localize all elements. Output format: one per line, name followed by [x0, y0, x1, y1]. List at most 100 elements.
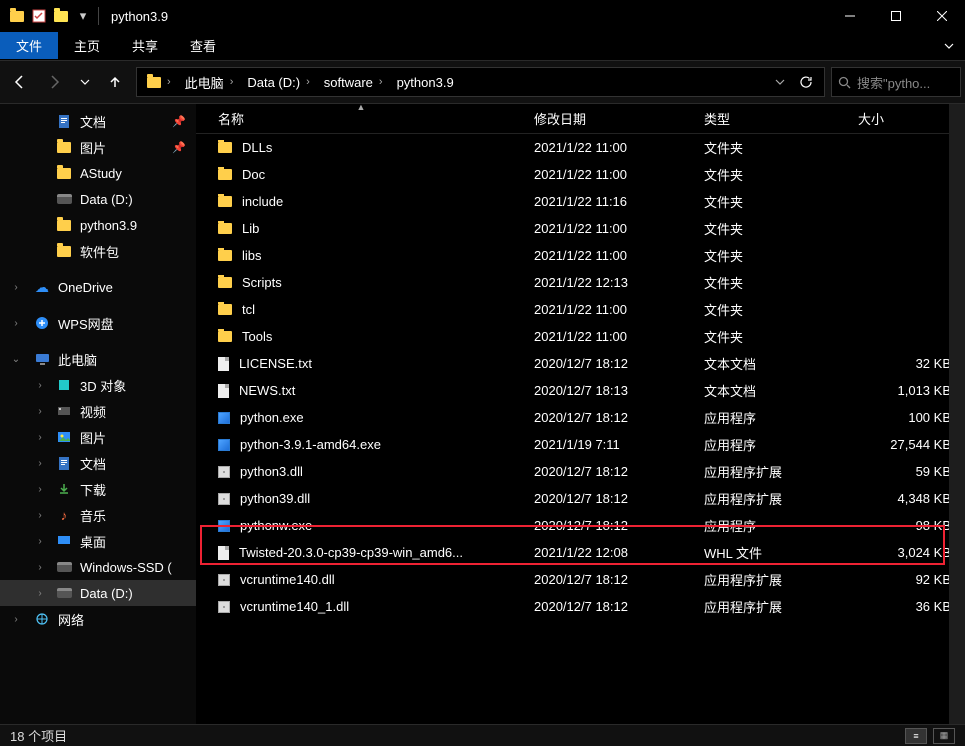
file-row[interactable]: Tools2021/1/22 11:00文件夹	[196, 323, 965, 350]
breadcrumb-root[interactable]: ›	[141, 76, 177, 88]
expand-icon[interactable]: ›	[32, 536, 48, 547]
sidebar-item-label: 图片	[80, 138, 106, 157]
close-button[interactable]	[919, 0, 965, 32]
icons-view-button[interactable]: ▦	[933, 728, 955, 744]
file-row[interactable]: DLLs2021/1/22 11:00文件夹	[196, 134, 965, 161]
sidebar-item[interactable]: ›3D 对象	[0, 372, 196, 398]
net-icon	[34, 611, 50, 627]
file-date: 2021/1/22 11:00	[526, 302, 696, 317]
expand-icon[interactable]: ›	[32, 458, 48, 469]
file-row[interactable]: python39.dll2020/12/7 18:12应用程序扩展4,348 K…	[196, 485, 965, 512]
tab-file[interactable]: 文件	[0, 32, 58, 59]
expand-icon[interactable]: ›	[8, 318, 24, 329]
expand-icon[interactable]: ›	[32, 510, 48, 521]
expand-icon[interactable]: ›	[32, 484, 48, 495]
address-dropdown-icon[interactable]	[768, 68, 792, 96]
column-name[interactable]: 名称▲	[196, 104, 526, 133]
file-row[interactable]: python-3.9.1-amd64.exe2021/1/19 7:11应用程序…	[196, 431, 965, 458]
expand-icon[interactable]: ›	[32, 562, 48, 573]
file-name: python-3.9.1-amd64.exe	[240, 437, 381, 452]
breadcrumb-pc[interactable]: 此电脑›	[179, 73, 240, 92]
breadcrumb-software[interactable]: software›	[318, 75, 389, 90]
ribbon-expand-icon[interactable]	[933, 32, 965, 59]
file-row[interactable]: vcruntime140_1.dll2020/12/7 18:12应用程序扩展3…	[196, 593, 965, 620]
tab-view[interactable]: 查看	[174, 32, 232, 59]
drive-icon	[56, 191, 72, 207]
sidebar-item[interactable]: ›视频	[0, 398, 196, 424]
qat-dropdown-icon[interactable]: ▾	[74, 5, 92, 27]
folder-icon[interactable]	[6, 5, 28, 27]
sidebar-item[interactable]: ›网络	[0, 606, 196, 632]
sidebar-item[interactable]: ›♪音乐	[0, 502, 196, 528]
file-row[interactable]: NEWS.txt2020/12/7 18:13文本文档1,013 KB	[196, 377, 965, 404]
expand-icon[interactable]: ›	[32, 432, 48, 443]
breadcrumb-label: software	[324, 75, 373, 90]
sidebar-item[interactable]: ›文档	[0, 450, 196, 476]
tab-home[interactable]: 主页	[58, 32, 116, 59]
maximize-button[interactable]	[873, 0, 919, 32]
expand-icon[interactable]: ›	[32, 588, 48, 599]
recent-dropdown-icon[interactable]	[76, 67, 94, 97]
file-row[interactable]: Scripts2021/1/22 12:13文件夹	[196, 269, 965, 296]
sidebar-item[interactable]: ›桌面	[0, 528, 196, 554]
scrollbar[interactable]	[949, 104, 965, 724]
sidebar-item[interactable]: ›WPS网盘	[0, 310, 196, 336]
file-name: Doc	[242, 167, 265, 182]
file-type: 应用程序	[696, 408, 850, 427]
sidebar-item-label: 下载	[80, 480, 106, 499]
minimize-button[interactable]	[827, 0, 873, 32]
column-size[interactable]: 大小	[850, 104, 965, 133]
sidebar-item[interactable]: 软件包	[0, 238, 196, 264]
file-row[interactable]: Twisted-20.3.0-cp39-cp39-win_amd6...2021…	[196, 539, 965, 566]
column-type[interactable]: 类型	[696, 104, 850, 133]
file-row[interactable]: libs2021/1/22 11:00文件夹	[196, 242, 965, 269]
refresh-button[interactable]	[792, 68, 820, 96]
sidebar-item[interactable]: Data (D:)	[0, 186, 196, 212]
search-icon	[838, 76, 851, 89]
file-row[interactable]: python.exe2020/12/7 18:12应用程序100 KB	[196, 404, 965, 431]
sidebar-item[interactable]: python3.9	[0, 212, 196, 238]
sidebar-item[interactable]: 文档📌	[0, 108, 196, 134]
status-bar: 18 个项目 ≡ ▦	[0, 724, 965, 746]
file-name: Scripts	[242, 275, 282, 290]
expand-icon[interactable]: ›	[32, 406, 48, 417]
quick-access-toolbar	[6, 5, 72, 27]
file-row[interactable]: python3.dll2020/12/7 18:12应用程序扩展59 KB	[196, 458, 965, 485]
back-button[interactable]	[4, 67, 34, 97]
sidebar-item[interactable]: ›Data (D:)	[0, 580, 196, 606]
file-row[interactable]: pythonw.exe2020/12/7 18:12应用程序98 KB	[196, 512, 965, 539]
details-view-button[interactable]: ≡	[905, 728, 927, 744]
forward-button[interactable]	[40, 67, 70, 97]
cloud-icon: ☁	[34, 279, 50, 295]
expand-icon[interactable]: ⌄	[8, 354, 24, 365]
file-row[interactable]: Doc2021/1/22 11:00文件夹	[196, 161, 965, 188]
sidebar-item[interactable]: ›Windows-SSD (	[0, 554, 196, 580]
sidebar-item[interactable]: 图片📌	[0, 134, 196, 160]
file-date: 2020/12/7 18:13	[526, 383, 696, 398]
file-size: 36 KB	[850, 599, 965, 614]
file-row[interactable]: Lib2021/1/22 11:00文件夹	[196, 215, 965, 242]
file-row[interactable]: include2021/1/22 11:16文件夹	[196, 188, 965, 215]
file-row[interactable]: vcruntime140.dll2020/12/7 18:12应用程序扩展92 …	[196, 566, 965, 593]
file-size: 27,544 KB	[850, 437, 965, 452]
sidebar-item[interactable]: › 下载	[0, 476, 196, 502]
expand-icon[interactable]: ›	[8, 282, 24, 293]
tab-share[interactable]: 共享	[116, 32, 174, 59]
search-box[interactable]: 搜索"pytho...	[831, 67, 961, 97]
up-button[interactable]	[100, 67, 130, 97]
file-row[interactable]: LICENSE.txt2020/12/7 18:12文本文档32 KB	[196, 350, 965, 377]
file-date: 2020/12/7 18:12	[526, 464, 696, 479]
column-date[interactable]: 修改日期	[526, 104, 696, 133]
properties-icon[interactable]	[28, 5, 50, 27]
sidebar-item[interactable]: ⌄此电脑	[0, 346, 196, 372]
sidebar-item[interactable]: ›图片	[0, 424, 196, 450]
expand-icon[interactable]: ›	[32, 380, 48, 391]
expand-icon[interactable]: ›	[8, 614, 24, 625]
breadcrumb-current[interactable]: python3.9	[391, 75, 460, 90]
address-bar[interactable]: › 此电脑› Data (D:)› software› python3.9	[136, 67, 825, 97]
breadcrumb-drive[interactable]: Data (D:)›	[241, 75, 315, 90]
new-folder-icon[interactable]	[50, 5, 72, 27]
sidebar-item[interactable]: ›☁OneDrive	[0, 274, 196, 300]
file-row[interactable]: tcl2021/1/22 11:00文件夹	[196, 296, 965, 323]
sidebar-item[interactable]: AStudy	[0, 160, 196, 186]
